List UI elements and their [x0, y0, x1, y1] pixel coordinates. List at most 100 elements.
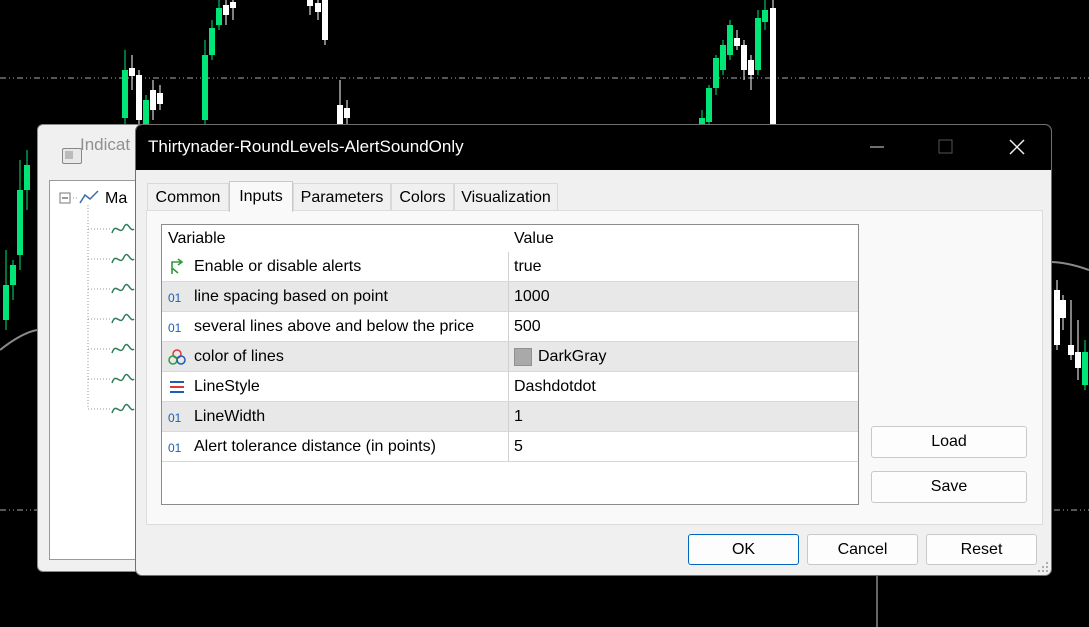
indicator-line-icon — [111, 313, 135, 324]
table-row[interactable]: 01 LineWidth 1 — [162, 402, 858, 432]
int-icon: 01 — [168, 411, 182, 425]
indicator-line-icon — [111, 253, 135, 264]
color-swatch[interactable] — [514, 347, 532, 366]
candle-body — [157, 93, 163, 104]
candle-body — [17, 190, 23, 255]
save-button[interactable]: Save — [871, 471, 1027, 503]
candle-body — [762, 10, 768, 22]
candle-body — [344, 108, 350, 118]
candle-body — [734, 38, 740, 46]
tab-parameters[interactable]: Parameters — [293, 183, 391, 211]
close-button[interactable] — [994, 125, 1040, 170]
inputs-grid[interactable]: Variable Value Enable or disable alerts … — [161, 224, 859, 505]
table-row[interactable]: Enable or disable alerts true — [162, 252, 858, 282]
candle-body — [713, 58, 719, 88]
value-cell[interactable]: Dashdotdot — [509, 372, 858, 401]
tab-visualization[interactable]: Visualization — [454, 183, 558, 211]
value-cell[interactable]: 1 — [509, 402, 858, 431]
tab-inputs[interactable]: Inputs — [229, 181, 293, 212]
tab-colors[interactable]: Colors — [391, 183, 454, 211]
load-button[interactable]: Load — [871, 426, 1027, 458]
candle-body — [322, 0, 328, 40]
grid-header: Variable Value — [162, 225, 858, 252]
bool-arrow-icon — [171, 257, 184, 274]
candle-body — [216, 8, 222, 25]
candle-body — [770, 8, 776, 125]
indicator-properties-dialog[interactable]: Thirtynader-RoundLevels-AlertSoundOnly C… — [135, 124, 1052, 576]
candle-body — [307, 0, 313, 6]
linestyle-icon — [170, 380, 184, 393]
candle-body — [337, 105, 343, 125]
tab-common[interactable]: Common — [147, 183, 229, 211]
candle-body — [223, 5, 229, 15]
table-row[interactable]: 01 line spacing based on point 1000 — [162, 282, 858, 312]
candle-body — [727, 25, 733, 55]
variable-name: line spacing based on point — [194, 287, 388, 305]
main-chart-icon — [79, 190, 99, 204]
candle-body — [143, 100, 149, 125]
resize-grip-icon[interactable] — [1037, 561, 1049, 573]
ok-button[interactable]: OK — [688, 534, 799, 565]
int-icon: 01 — [168, 441, 182, 455]
candle-body — [230, 2, 236, 8]
svg-text:01: 01 — [168, 411, 182, 425]
candle-body — [741, 45, 747, 70]
value-cell[interactable]: 500 — [509, 312, 858, 341]
candle-body — [1068, 345, 1074, 355]
candle-body — [150, 90, 156, 110]
candle-body — [1060, 300, 1066, 318]
dialog-title: Thirtynader-RoundLevels-AlertSoundOnly — [148, 137, 464, 156]
inputs-panel: Variable Value Enable or disable alerts … — [146, 210, 1043, 525]
indicator-tree-graphics — [59, 190, 135, 414]
minimize-button[interactable] — [854, 125, 900, 170]
tree-root-label[interactable]: Ma — [105, 190, 127, 208]
variable-name: color of lines — [194, 347, 284, 365]
candle-body — [209, 28, 215, 55]
maximize-button[interactable] — [922, 125, 968, 170]
variable-name: LineWidth — [194, 407, 266, 425]
indicator-tree[interactable]: Ma — [49, 180, 146, 560]
candle-body — [315, 3, 321, 12]
int-icon: 01 — [168, 321, 182, 335]
svg-text:01: 01 — [168, 441, 182, 455]
table-row[interactable]: 01 Alert tolerance distance (in points) … — [162, 432, 858, 462]
table-row[interactable]: LineStyle Dashdotdot — [162, 372, 858, 402]
indicators-window[interactable]: Indicat Ma — [37, 124, 147, 572]
svg-text:01: 01 — [168, 291, 182, 305]
indicator-line-icon — [111, 403, 135, 414]
candle-body — [10, 265, 16, 285]
color-icon — [168, 348, 186, 365]
candle-body — [202, 55, 208, 120]
candle-body — [720, 45, 726, 70]
header-variable: Variable — [168, 229, 226, 247]
variable-name: Enable or disable alerts — [194, 257, 362, 275]
indicator-line-icon — [111, 373, 135, 384]
table-row[interactable]: 01 several lines above and below the pri… — [162, 312, 858, 342]
candle-body — [755, 18, 761, 70]
value-cell[interactable]: 5 — [509, 432, 858, 461]
candle-body — [122, 70, 128, 118]
candle-body — [1075, 352, 1081, 368]
indicator-line-icon — [111, 283, 135, 294]
reset-button[interactable]: Reset — [926, 534, 1037, 565]
candle-body — [3, 285, 9, 320]
title-bar[interactable]: Thirtynader-RoundLevels-AlertSoundOnly — [136, 125, 1051, 170]
table-row[interactable]: color of lines DarkGray — [162, 342, 858, 372]
variable-name: LineStyle — [194, 377, 260, 395]
value-cell[interactable]: true — [509, 252, 858, 281]
candle-body — [136, 75, 142, 120]
indicator-line-icon — [111, 343, 135, 354]
close-icon — [1009, 139, 1025, 155]
candle-body — [1054, 290, 1060, 345]
svg-text:01: 01 — [168, 321, 182, 335]
variable-name: Alert tolerance distance (in points) — [194, 437, 436, 455]
candle-body — [24, 165, 30, 190]
value-cell[interactable]: DarkGray — [509, 342, 858, 371]
candle-body — [706, 88, 712, 122]
window-app-icon — [62, 148, 82, 164]
variable-name: several lines above and below the price — [194, 317, 475, 335]
cancel-button[interactable]: Cancel — [807, 534, 918, 565]
candle-body — [1082, 352, 1088, 385]
value-cell[interactable]: 1000 — [509, 282, 858, 311]
int-icon: 01 — [168, 291, 182, 305]
